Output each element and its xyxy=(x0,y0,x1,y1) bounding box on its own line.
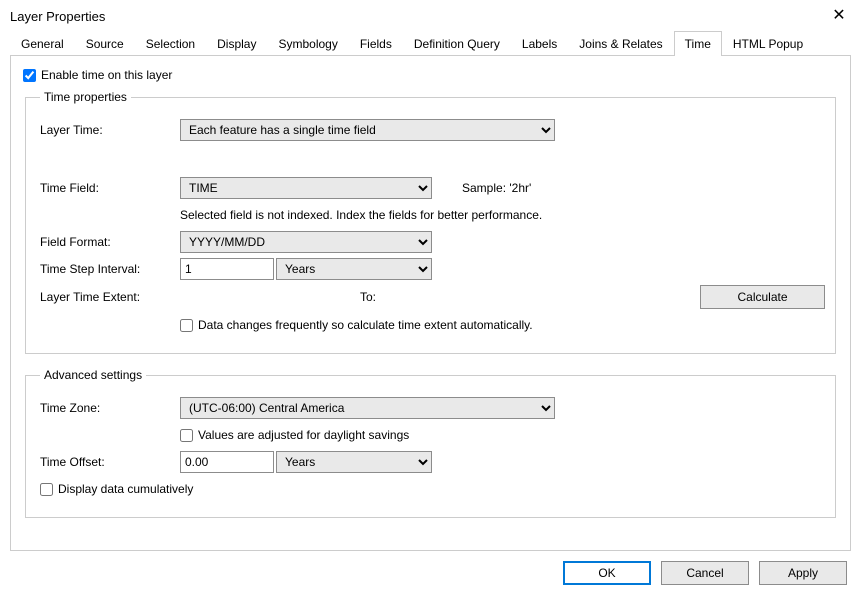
time-step-label: Time Step Interval: xyxy=(40,262,180,276)
auto-calc-label: Data changes frequently so calculate tim… xyxy=(198,318,533,332)
auto-calc-checkbox[interactable] xyxy=(180,319,193,332)
tab-joins-relates[interactable]: Joins & Relates xyxy=(568,31,673,56)
layer-time-select[interactable]: Each feature has a single time field xyxy=(180,119,555,141)
tab-symbology[interactable]: Symbology xyxy=(267,31,348,56)
advanced-settings-legend: Advanced settings xyxy=(40,368,146,382)
layer-extent-label: Layer Time Extent: xyxy=(40,290,180,304)
to-label: To: xyxy=(360,290,376,304)
tab-time[interactable]: Time xyxy=(674,31,722,56)
time-field-label: Time Field: xyxy=(40,181,180,195)
enable-time-row[interactable]: Enable time on this layer xyxy=(23,68,838,82)
time-step-unit-select[interactable]: Years xyxy=(276,258,432,280)
tabstrip: General Source Selection Display Symbolo… xyxy=(10,30,851,56)
enable-time-checkbox[interactable] xyxy=(23,69,36,82)
sample-label: Sample: '2hr' xyxy=(462,181,531,195)
cumulative-label: Display data cumulatively xyxy=(58,482,193,496)
advanced-settings-group: Advanced settings Time Zone: (UTC-06:00)… xyxy=(25,368,836,518)
tab-display[interactable]: Display xyxy=(206,31,267,56)
dst-row[interactable]: Values are adjusted for daylight savings xyxy=(180,428,409,442)
apply-button[interactable]: Apply xyxy=(759,561,847,585)
time-properties-group: Time properties Layer Time: Each feature… xyxy=(25,90,836,354)
close-icon[interactable]: ✕ xyxy=(827,8,851,24)
offset-input[interactable] xyxy=(180,451,274,473)
dst-label: Values are adjusted for daylight savings xyxy=(198,428,409,442)
dialog-footer: OK Cancel Apply xyxy=(0,551,861,599)
calculate-button[interactable]: Calculate xyxy=(700,285,825,309)
index-warning: Selected field is not indexed. Index the… xyxy=(180,208,542,222)
tab-html-popup[interactable]: HTML Popup xyxy=(722,31,814,56)
tab-selection[interactable]: Selection xyxy=(135,31,206,56)
cancel-button[interactable]: Cancel xyxy=(661,561,749,585)
offset-unit-select[interactable]: Years xyxy=(276,451,432,473)
tab-fields[interactable]: Fields xyxy=(349,31,403,56)
auto-calc-row[interactable]: Data changes frequently so calculate tim… xyxy=(180,318,533,332)
field-format-select[interactable]: YYYY/MM/DD xyxy=(180,231,432,253)
titlebar: Layer Properties ✕ xyxy=(0,0,861,30)
time-properties-legend: Time properties xyxy=(40,90,131,104)
tab-general[interactable]: General xyxy=(10,31,75,56)
layer-time-label: Layer Time: xyxy=(40,123,180,137)
tab-source[interactable]: Source xyxy=(75,31,135,56)
cumulative-checkbox[interactable] xyxy=(40,483,53,496)
field-format-label: Field Format: xyxy=(40,235,180,249)
time-panel: Enable time on this layer Time propertie… xyxy=(10,56,851,551)
dst-checkbox[interactable] xyxy=(180,429,193,442)
offset-label: Time Offset: xyxy=(40,455,180,469)
time-step-input[interactable] xyxy=(180,258,274,280)
timezone-label: Time Zone: xyxy=(40,401,180,415)
time-field-select[interactable]: TIME xyxy=(180,177,432,199)
enable-time-label: Enable time on this layer xyxy=(41,68,172,82)
layer-properties-dialog: Layer Properties ✕ General Source Select… xyxy=(0,0,861,599)
cumulative-row[interactable]: Display data cumulatively xyxy=(40,482,193,496)
window-title: Layer Properties xyxy=(10,9,105,24)
tab-definition-query[interactable]: Definition Query xyxy=(403,31,511,56)
tab-labels[interactable]: Labels xyxy=(511,31,568,56)
timezone-select[interactable]: (UTC-06:00) Central America xyxy=(180,397,555,419)
ok-button[interactable]: OK xyxy=(563,561,651,585)
